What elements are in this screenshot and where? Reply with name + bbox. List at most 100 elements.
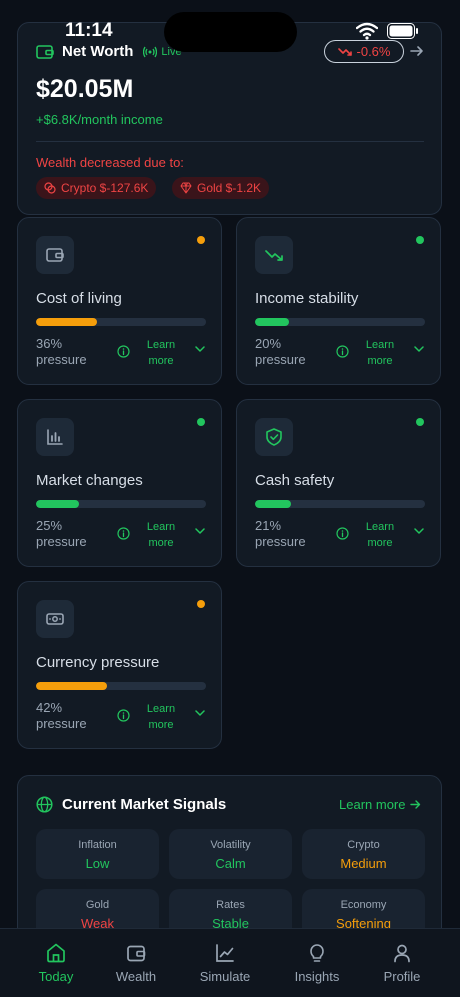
divider [36,141,424,142]
factor-title: Cost of living [36,290,122,307]
info-icon[interactable] [336,345,349,358]
signal-volatility[interactable]: Volatility Calm [169,829,292,879]
signal-label: Gold [85,899,110,911]
pressure-bar [36,682,206,690]
factor-card-income-stability[interactable]: Income stability 20% pressure Learn more [236,217,441,385]
signal-inflation[interactable]: Inflation Low [36,829,159,879]
factor-card-cost-of-living[interactable]: Cost of living 36% pressure Learn more [17,217,222,385]
signal-label: Rates [216,899,245,911]
pressure-bar-fill [255,318,289,326]
chevron-down-icon[interactable] [414,528,424,535]
info-icon[interactable] [117,709,130,722]
chip-text: Crypto $-127.6K [61,181,149,195]
learn-more-text: Learn more [339,797,406,812]
signal-label: Crypto [347,839,380,851]
pressure-bar-fill [255,500,291,508]
monthly-income: +$6.8K/month income [36,112,163,127]
nav-insights[interactable]: Insights [271,929,363,997]
factor-title: Cash safety [255,472,335,489]
pressure-bar [36,318,206,326]
signal-value: Calm [215,856,246,871]
decrease-label: Wealth decreased due to: [36,155,184,170]
arrow-right-icon[interactable] [410,44,424,58]
factor-icon-box [255,236,293,274]
pressure-value: 20% pressure [255,336,306,367]
wallet-icon [46,248,64,262]
change-value: -0.6% [356,44,391,59]
nav-label: Insights [294,969,340,984]
pressure-value: 36% pressure [36,336,87,367]
signal-value: Low [85,856,110,871]
factor-card-market-changes[interactable]: Market changes 25% pressure Learn more [17,399,222,567]
learn-more-link[interactable]: Learn more [339,797,421,812]
status-dot [416,236,424,244]
factor-card-cash-safety[interactable]: Cash safety 21% pressure Learn more [236,399,441,567]
bottom-nav: Today Wealth Simulate Insights Profile [0,928,460,997]
signal-label: Economy [340,899,387,911]
pressure-bar-fill [36,682,108,690]
market-signals-title: Current Market Signals [62,796,227,813]
info-icon[interactable] [336,527,349,540]
learn-more-link[interactable]: Learn more [360,337,400,369]
learn-more-link[interactable]: Learn more [141,337,181,369]
chip-text: Gold $-1.2K [197,181,262,195]
broadcast-icon [143,46,158,57]
gold-chip[interactable]: Gold $-1.2K [172,177,270,199]
lightbulb-icon [310,944,324,962]
pressure-value: 21% pressure [255,518,306,549]
status-dot [197,600,205,608]
learn-more-link[interactable]: Learn more [360,519,400,551]
battery-icon [387,23,418,39]
nav-label: Simulate [199,969,251,984]
factor-card-currency-pressure[interactable]: Currency pressure 42% pressure Learn more [17,581,222,749]
wallet-icon [127,945,146,962]
globe-icon [36,796,53,813]
wifi-icon [356,22,378,40]
factor-icon-box [36,418,74,456]
learn-more-link[interactable]: Learn more [141,519,181,551]
info-icon[interactable] [117,345,130,358]
trending-down-icon [265,250,283,261]
signal-label: Inflation [78,839,117,851]
factor-title: Market changes [36,472,143,489]
signal-crypto[interactable]: Crypto Medium [302,829,425,879]
nav-label: Today [38,969,74,984]
pressure-value: 25% pressure [36,518,87,549]
factor-title: Income stability [255,290,359,307]
banknote-icon [46,613,64,625]
net-worth-value: $20.05M [36,75,134,103]
status-dot [197,418,205,426]
coins-icon [44,182,56,194]
factor-title: Currency pressure [36,654,160,671]
bar-chart-icon [47,429,63,445]
factor-icon-box [36,236,74,274]
chevron-down-icon[interactable] [195,710,205,717]
crypto-chip[interactable]: Crypto $-127.6K [36,177,157,199]
chevron-down-icon[interactable] [414,346,424,353]
status-bar: 11:14 [0,0,460,52]
signal-label: Volatility [210,839,251,851]
nav-today[interactable]: Today [10,929,102,997]
arrow-right-icon [410,800,421,809]
factor-icon-box [255,418,293,456]
pressure-bar [36,500,206,508]
status-time: 11:14 [65,20,113,41]
user-icon [394,944,410,963]
pressure-bar [255,318,425,326]
nav-simulate[interactable]: Simulate [179,929,271,997]
chevron-down-icon[interactable] [195,346,205,353]
chevron-down-icon[interactable] [195,528,205,535]
pressure-value: 42% pressure [36,700,87,731]
nav-profile[interactable]: Profile [356,929,448,997]
status-dot [416,418,424,426]
pressure-bar-fill [36,318,98,326]
signal-value: Medium [340,856,387,871]
learn-more-link[interactable]: Learn more [141,701,181,733]
info-icon[interactable] [117,527,130,540]
factor-icon-box [36,600,74,638]
nav-label: Profile [383,969,421,984]
nav-label: Wealth [115,969,157,984]
nav-wealth[interactable]: Wealth [90,929,182,997]
camera-notch [164,12,297,52]
pressure-bar [255,500,425,508]
